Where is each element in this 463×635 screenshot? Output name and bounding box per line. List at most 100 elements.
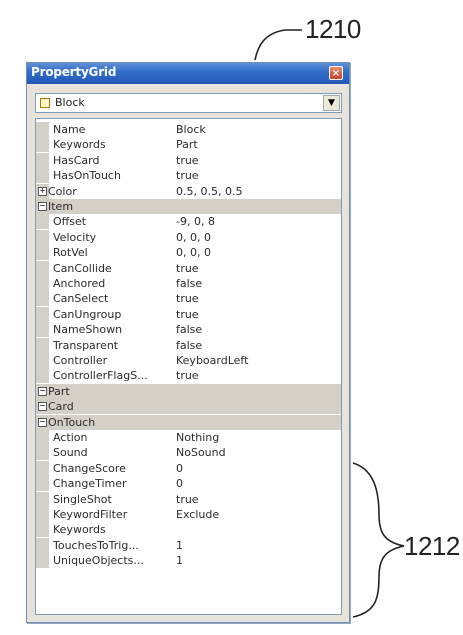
property-value[interactable]: -9, 0, 8	[176, 215, 215, 228]
property-row[interactable]: ControllerFlagS... true	[36, 368, 341, 384]
close-button[interactable]: ×	[329, 66, 343, 80]
property-name: SingleShot	[53, 492, 112, 506]
property-name: Transparent	[53, 338, 119, 352]
property-row[interactable]: Sound NoSound	[36, 445, 341, 461]
property-value[interactable]: true	[176, 292, 199, 305]
property-value[interactable]: Block	[176, 123, 206, 136]
row-gutter	[36, 553, 49, 569]
property-row[interactable]: Keywords Part	[36, 137, 341, 153]
object-selector-dropdown[interactable]: Block ▼	[35, 93, 342, 113]
property-row[interactable]: Velocity 0, 0, 0	[36, 229, 341, 245]
property-row[interactable]: CanSelect true	[36, 291, 341, 307]
property-value[interactable]: false	[176, 323, 202, 336]
property-row[interactable]: SingleShot true	[36, 491, 341, 507]
property-name: CanSelect	[53, 292, 109, 306]
property-value[interactable]: true	[176, 169, 199, 182]
row-gutter	[36, 322, 49, 338]
property-value[interactable]: false	[176, 339, 202, 352]
category-row[interactable]: − Card	[36, 399, 341, 415]
property-value[interactable]: NoSound	[176, 446, 226, 459]
property-value[interactable]: true	[176, 308, 199, 321]
property-row[interactable]: UniqueObjects... 1	[36, 553, 341, 569]
property-value[interactable]: 0	[176, 477, 183, 490]
category-row[interactable]: − OnTouch	[36, 414, 341, 430]
row-gutter	[36, 460, 49, 476]
collapse-icon[interactable]: −	[38, 386, 47, 396]
property-name: Action	[53, 431, 88, 444]
row-gutter	[36, 476, 49, 492]
property-value[interactable]: Nothing	[176, 431, 219, 444]
property-row[interactable]: CanCollide true	[36, 260, 341, 276]
object-icon	[40, 98, 50, 108]
collapse-icon[interactable]: −	[38, 202, 47, 211]
row-gutter	[36, 122, 49, 137]
property-value[interactable]: true	[176, 369, 199, 382]
property-row[interactable]: Anchored false	[36, 276, 341, 291]
property-row[interactable]: NameShown false	[36, 322, 341, 338]
property-name: Anchored	[53, 277, 106, 290]
category-row[interactable]: − Item	[36, 199, 341, 214]
row-gutter	[36, 430, 49, 445]
property-name: Offset	[53, 215, 87, 229]
collapse-icon[interactable]: −	[38, 402, 47, 412]
expand-icon[interactable]: +	[38, 186, 47, 196]
property-name: Sound	[53, 446, 88, 460]
property-row[interactable]: ChangeScore 0	[36, 460, 341, 476]
property-row[interactable]: HasCard true	[36, 152, 341, 168]
property-name: KeywordFilter	[53, 508, 128, 521]
row-gutter	[36, 537, 49, 553]
property-row[interactable]: + Color 0.5, 0.5, 0.5	[36, 183, 341, 199]
row-gutter	[36, 152, 49, 168]
property-row[interactable]: KeywordFilter Exclude	[36, 507, 341, 522]
collapse-icon[interactable]: −	[38, 417, 47, 427]
row-gutter	[36, 368, 49, 384]
property-value[interactable]: 1	[176, 554, 183, 567]
property-name: Color	[48, 184, 77, 198]
property-list: Name Block Keywords Part HasCard true HasOnTou…	[35, 118, 342, 615]
property-row[interactable]: Name Block	[36, 122, 341, 137]
property-value[interactable]: Part	[176, 138, 198, 151]
row-gutter	[36, 214, 49, 230]
row-gutter	[36, 522, 49, 538]
property-value[interactable]: false	[176, 277, 202, 290]
property-row[interactable]: Keywords	[36, 522, 341, 538]
category-row[interactable]: − Part	[36, 383, 341, 399]
property-row[interactable]: Transparent false	[36, 337, 341, 353]
property-name: NameShown	[53, 323, 123, 337]
property-value[interactable]: 1	[176, 539, 183, 552]
property-name: TouchesToTrig...	[53, 538, 139, 552]
property-value[interactable]: true	[176, 493, 199, 506]
property-row[interactable]: Action Nothing	[36, 430, 341, 445]
property-row[interactable]: TouchesToTrig... 1	[36, 537, 341, 553]
property-value[interactable]: KeyboardLeft	[176, 354, 248, 367]
row-gutter	[36, 507, 49, 522]
title-bar[interactable]: PropertyGrid ×	[27, 63, 349, 84]
row-gutter	[36, 168, 49, 184]
property-name: HasOnTouch	[53, 169, 121, 183]
row-gutter	[36, 491, 49, 507]
category-label: Item	[48, 200, 74, 213]
row-gutter	[36, 137, 49, 153]
row-gutter	[36, 353, 49, 368]
property-row[interactable]: CanUngroup true	[36, 306, 341, 322]
property-value[interactable]: Exclude	[176, 508, 219, 521]
property-row[interactable]: RotVel 0, 0, 0	[36, 245, 341, 261]
property-value[interactable]: 0, 0, 0	[176, 246, 211, 259]
property-name: HasCard	[53, 153, 100, 167]
property-value[interactable]: 0	[176, 462, 183, 475]
property-row[interactable]: Controller KeyboardLeft	[36, 353, 341, 368]
property-row[interactable]: HasOnTouch true	[36, 168, 341, 184]
property-value[interactable]: true	[176, 262, 199, 275]
row-gutter	[36, 276, 49, 291]
property-value[interactable]: true	[176, 154, 199, 167]
property-row[interactable]: Offset -9, 0, 8	[36, 214, 341, 230]
chevron-down-icon[interactable]: ▼	[323, 95, 340, 111]
row-gutter	[36, 229, 49, 245]
property-value[interactable]: 0, 0, 0	[176, 231, 211, 244]
callout-brace-1212	[352, 462, 405, 618]
property-value[interactable]: 0.5, 0.5, 0.5	[176, 185, 242, 198]
row-gutter	[36, 445, 49, 461]
property-row[interactable]: ChangeTimer 0	[36, 476, 341, 492]
property-name: Controller	[53, 354, 108, 367]
row-gutter	[36, 337, 49, 353]
